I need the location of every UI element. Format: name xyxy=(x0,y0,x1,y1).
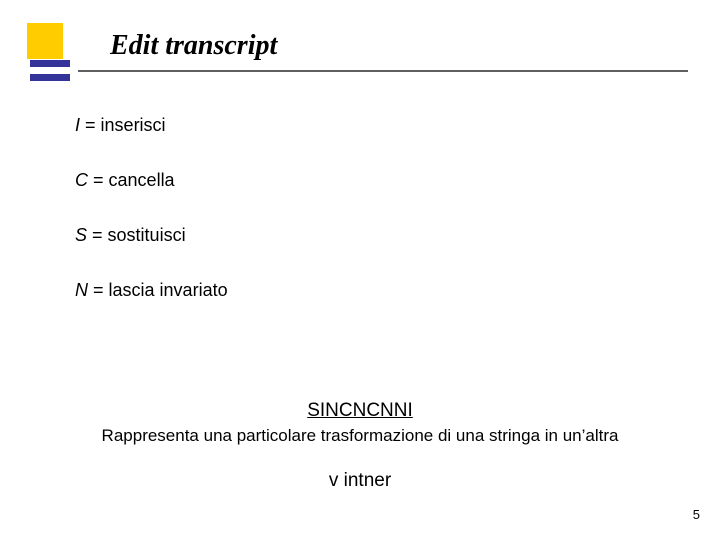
definition-symbol: N xyxy=(75,280,88,300)
definition-item: N = lascia invariato xyxy=(75,280,228,301)
equals-sign: = xyxy=(93,280,109,300)
definition-item: S = sostituisci xyxy=(75,225,228,246)
sequence-caption: Rappresenta una particolare trasformazio… xyxy=(0,426,720,446)
definition-text: cancella xyxy=(109,170,175,190)
definition-text: inserisci xyxy=(101,115,166,135)
definitions-list: I = inserisci C = cancella S = sostituis… xyxy=(75,115,228,335)
slide-header: Edit transcript xyxy=(0,0,720,80)
decor-blue-bar xyxy=(30,74,70,81)
equals-sign: = xyxy=(85,115,101,135)
equals-sign: = xyxy=(93,170,109,190)
definition-item: I = inserisci xyxy=(75,115,228,136)
example-string: v intner xyxy=(0,470,720,492)
definition-symbol: S xyxy=(75,225,87,245)
definition-text: lascia invariato xyxy=(109,280,228,300)
equals-sign: = xyxy=(92,225,108,245)
definition-symbol: I xyxy=(75,115,80,135)
slide-title: Edit transcript xyxy=(110,30,277,62)
decor-blue-bar xyxy=(30,60,70,67)
definition-item: C = cancella xyxy=(75,170,228,191)
edit-sequence: SINCNCNNI xyxy=(0,400,720,422)
definition-symbol: C xyxy=(75,170,88,190)
title-underline xyxy=(78,70,688,72)
decor-yellow-square xyxy=(27,23,63,59)
definition-text: sostituisci xyxy=(108,225,186,245)
page-number: 5 xyxy=(693,507,700,522)
